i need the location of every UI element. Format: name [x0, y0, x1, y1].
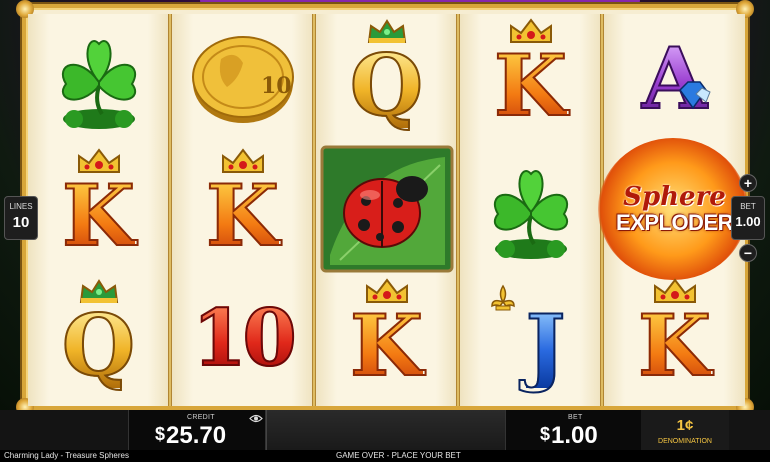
- denomination-value: 1¢: [676, 417, 694, 434]
- ladybug-icon: [320, 145, 453, 273]
- letter-k: K: [493, 36, 568, 135]
- symbol-clover: [460, 144, 601, 274]
- letter-j: J: [525, 296, 567, 395]
- symbol-king: K: [316, 274, 457, 404]
- bet-panel: BET $1.00: [505, 410, 641, 450]
- lines-value: 10: [12, 214, 30, 231]
- center-display: [266, 410, 505, 450]
- sphere-subtitle: EXPLODER: [615, 210, 734, 235]
- symbol-sphere-exploder: Sphere EXPLODER: [598, 138, 748, 280]
- game-title: Charming Lady - Treasure Spheres: [4, 451, 129, 460]
- letter-k: K: [349, 296, 424, 395]
- credit-label: CREDIT: [187, 414, 215, 421]
- lines-label: LINES: [9, 202, 33, 211]
- bet-indicator: BET 1.00: [731, 196, 765, 240]
- symbol-king: K: [460, 14, 601, 144]
- symbol-ladybug: [316, 144, 457, 274]
- symbol-king: K: [604, 274, 745, 404]
- bet-increase-button[interactable]: +: [739, 174, 757, 192]
- symbol-king: K: [172, 144, 313, 274]
- denomination-label: DENOMINATION: [658, 438, 712, 445]
- letter-q: Q: [61, 296, 136, 395]
- letter-k: K: [205, 166, 280, 265]
- coin-value: 10: [261, 73, 292, 99]
- gems-icon: [679, 81, 711, 110]
- bet-amount: $1.00: [540, 422, 598, 449]
- symbol-clover: [28, 14, 169, 144]
- bet-side-label: BET: [740, 202, 756, 211]
- status-bar: Charming Lady - Treasure Spheres GAME OV…: [0, 450, 770, 462]
- status-message: GAME OVER - PLACE YOUR BET: [336, 451, 461, 460]
- letter-k: K: [637, 296, 712, 395]
- credit-panel: CREDIT $25.70: [128, 410, 266, 450]
- fleur-de-lis-icon: [491, 284, 515, 311]
- symbol-jack: J: [460, 274, 601, 404]
- number-10: 10: [191, 293, 298, 384]
- lines-indicator[interactable]: LINES 10: [4, 196, 38, 240]
- letter-k: K: [61, 166, 136, 265]
- eye-icon[interactable]: [249, 414, 263, 423]
- symbol-ten: 10: [172, 274, 313, 404]
- sphere-title: Sphere: [623, 182, 726, 212]
- symbol-queen: Q: [316, 14, 457, 144]
- credit-amount: $25.70: [155, 422, 227, 449]
- clover-icon: [493, 170, 568, 259]
- symbol-queen: Q: [28, 274, 169, 404]
- clover-icon: [61, 40, 136, 129]
- letter-q: Q: [349, 36, 424, 135]
- bet-side-value: 1.00: [735, 214, 761, 229]
- bet-label: BET: [568, 414, 583, 421]
- symbol-ace: A: [604, 14, 745, 144]
- bet-decrease-button[interactable]: −: [739, 244, 757, 262]
- symbol-gold-coin: 10: [172, 14, 313, 144]
- gold-coin-icon: 10: [191, 36, 294, 123]
- denomination-button[interactable]: 1¢ DENOMINATION: [641, 410, 729, 450]
- symbol-king: K: [28, 144, 169, 274]
